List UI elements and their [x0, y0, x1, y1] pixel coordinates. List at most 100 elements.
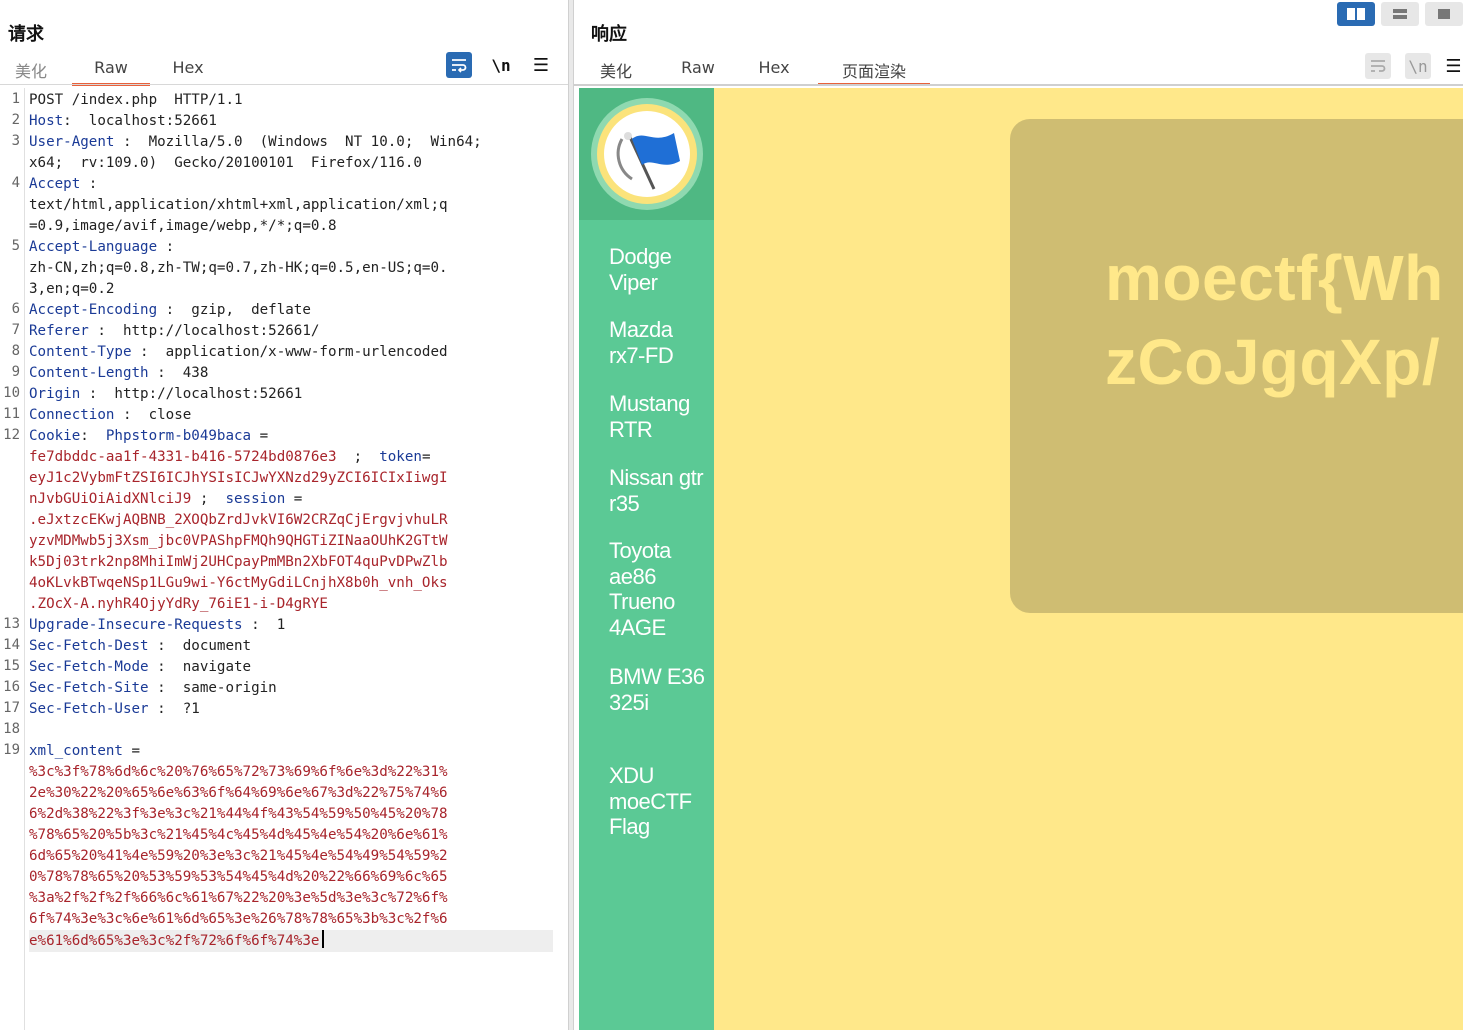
code-line: 3,en;q=0.2: [29, 279, 114, 300]
hamburger-menu-icon[interactable]: ☰: [528, 52, 554, 78]
header-value: : http://localhost:52661/: [88, 323, 320, 339]
header-value: : close: [114, 407, 192, 423]
code-line: e%61%6d%65%3e%3c%2f%72%6f%6f%74%3e: [29, 930, 553, 952]
cookie-name: Phpstorm-b049baca: [105, 428, 252, 444]
header-value: x64; rv:109.0) Gecko/20100101 Firefox/11…: [29, 155, 422, 171]
line-number: 17: [3, 700, 20, 716]
nav-link[interactable]: Dodge Viper: [609, 244, 709, 295]
header-divider: [0, 84, 568, 85]
request-pane: 请求 美化 Raw Hex \n ☰ 1 POST /index.php HTTP…: [0, 0, 568, 1030]
code-line: Sec-Fetch-Dest : document: [29, 636, 251, 657]
code-line: Sec-Fetch-User : ?1: [29, 699, 200, 720]
request-editor[interactable]: 1 POST /index.php HTTP/1.1 2 Host: localhos…: [0, 88, 568, 1030]
header-divider: [574, 84, 1463, 86]
code-line: 6d%65%20%41%4e%59%20%3e%3c%21%45%4e%54%4…: [29, 846, 448, 867]
line-number: 15: [3, 658, 20, 674]
tab-render[interactable]: 页面渲染: [818, 56, 930, 86]
header-name: User-Agent: [29, 134, 115, 150]
nav-link[interactable]: Nissan gtr r35: [609, 465, 709, 516]
body-param-value: %78%65%20%5b%3c%21%45%4c%45%4d%45%4e%54%…: [29, 827, 448, 843]
tab-raw[interactable]: Raw: [678, 56, 718, 84]
layout-toggle-group: [1337, 2, 1463, 26]
code-line: 0%78%78%65%20%53%59%53%54%45%4d%20%22%66…: [29, 867, 448, 888]
header-value: : Mozilla/5.0 (Windows NT 10.0; Win64;: [114, 134, 482, 150]
nav-link[interactable]: Mazda rx7-FD: [609, 317, 709, 368]
line-number: 7: [11, 322, 20, 338]
tab-raw[interactable]: Raw: [72, 56, 150, 86]
split-horizontal-icon[interactable]: [1337, 2, 1375, 26]
cookie-value: .eJxtzcEKwjAQBNB_2XOQbZrdJvkVI6W2CRZqCjE…: [29, 512, 448, 528]
code-line: Content-Length : 438: [29, 363, 208, 384]
nav-link[interactable]: Toyota ae86 Trueno 4AGE: [609, 538, 709, 640]
line-number: 16: [3, 679, 20, 695]
header-value: : gzip, deflate: [157, 302, 311, 318]
code-line: text/html,application/xhtml+xml,applicat…: [29, 195, 448, 216]
line-number: 18: [3, 721, 20, 737]
flag-card: moectf{Wh zCoJgqXp/: [1010, 119, 1463, 613]
nav-link[interactable]: XDU moeCTF Flag: [609, 763, 709, 840]
code-line: .ZOcX-A.nyhR4OjyYdRy_76iE1-i-D4gRYE: [29, 594, 328, 615]
line-number: 19: [3, 742, 20, 758]
separator: =: [122, 743, 141, 759]
header-name: Connection: [29, 407, 115, 423]
code-line: Sec-Fetch-Site : same-origin: [29, 678, 277, 699]
header-name: Sec-Fetch-User: [29, 701, 149, 717]
text-caret: [322, 930, 325, 948]
header-name: Host: [29, 113, 64, 129]
line-number: 8: [11, 343, 20, 359]
line-number: 4: [11, 175, 20, 191]
code-line: 6f%74%3e%3c%6e%61%6d%65%3e%26%78%78%65%3…: [29, 909, 448, 930]
header-value: : 438: [148, 365, 209, 381]
code-line: Sec-Fetch-Mode : navigate: [29, 657, 251, 678]
code-line: Cookie: Phpstorm-b049baca =: [29, 426, 268, 447]
separator: ;: [191, 491, 226, 507]
line-number: 11: [3, 406, 20, 422]
response-title: 响应: [591, 24, 627, 45]
code-line: 2e%30%22%20%65%6e%63%6f%64%69%6e%67%3d%2…: [29, 783, 448, 804]
cookie-value: .ZOcX-A.nyhR4OjyYdRy_76iE1-i-D4gRYE: [29, 596, 328, 612]
header-value: : http://localhost:52661: [80, 386, 303, 402]
separator: =: [285, 491, 303, 507]
newline-toggle-button[interactable]: \n: [1405, 53, 1431, 79]
single-pane-icon[interactable]: [1425, 2, 1463, 26]
header-value: :: [80, 176, 98, 192]
cookie-name: session: [225, 491, 286, 507]
separator: :: [80, 428, 106, 444]
code-line: Connection : close: [29, 405, 191, 426]
code-line: nJvbGUiOiAidXNlciJ9 ; session =: [29, 489, 302, 510]
hamburger-menu-icon[interactable]: ☰: [1444, 53, 1463, 79]
header-name: Referer: [29, 323, 89, 339]
code-line: %3c%3f%78%6d%6c%20%76%65%72%73%69%6f%6e%…: [29, 762, 448, 783]
tab-hex[interactable]: Hex: [168, 56, 208, 84]
code-line: Accept-Encoding : gzip, deflate: [29, 300, 311, 321]
tab-hex[interactable]: Hex: [756, 56, 792, 84]
tab-pretty[interactable]: 美化: [14, 56, 48, 84]
header-value: : ?1: [148, 701, 200, 717]
header-value: : same-origin: [148, 680, 277, 696]
tab-pretty[interactable]: 美化: [599, 56, 633, 84]
response-tabs: 美化 Raw Hex 页面渲染: [599, 56, 930, 86]
wrap-lines-icon[interactable]: [1365, 53, 1391, 79]
header-value: : navigate: [148, 659, 252, 675]
header-name: Accept-Language: [29, 239, 158, 255]
newline-toggle-button[interactable]: \n: [488, 52, 514, 78]
body-param-value: 0%78%78%65%20%53%59%53%54%45%4d%20%22%66…: [29, 869, 448, 885]
split-vertical-icon[interactable]: [1381, 2, 1419, 26]
nav-link[interactable]: Mustang RTR: [609, 391, 709, 442]
nav-link[interactable]: BMW E36 325i: [609, 664, 709, 715]
code-line: Accept :: [29, 174, 97, 195]
code-line: User-Agent : Mozilla/5.0 (Windows NT 10.…: [29, 132, 482, 153]
moectf-flag-logo-icon[interactable]: [591, 98, 703, 210]
body-param-name: xml_content: [29, 743, 123, 759]
header-name: Sec-Fetch-Mode: [29, 659, 149, 675]
code-line: yzvMDMwb5j3Xsm_jbc0VPAShpFMQh9QHGTiZINaa…: [29, 531, 448, 552]
code-line: x64; rv:109.0) Gecko/20100101 Firefox/11…: [29, 153, 422, 174]
logo-container: [579, 88, 714, 220]
body-param-value: e%61%6d%65%3e%3c%2f%72%6f%6f%74%3e: [29, 933, 320, 949]
code-line: Content-Type : application/x-www-form-ur…: [29, 342, 448, 363]
code-line: %78%65%20%5b%3c%21%45%4c%45%4d%45%4e%54%…: [29, 825, 448, 846]
request-title: 请求: [8, 24, 44, 45]
cookie-value: 4oKLvkBTwqeNSp1LGu9wi-Y6ctMyGdiLCnjhX8b0…: [29, 575, 448, 591]
wrap-lines-icon[interactable]: [446, 52, 472, 78]
separator: =: [421, 449, 431, 465]
